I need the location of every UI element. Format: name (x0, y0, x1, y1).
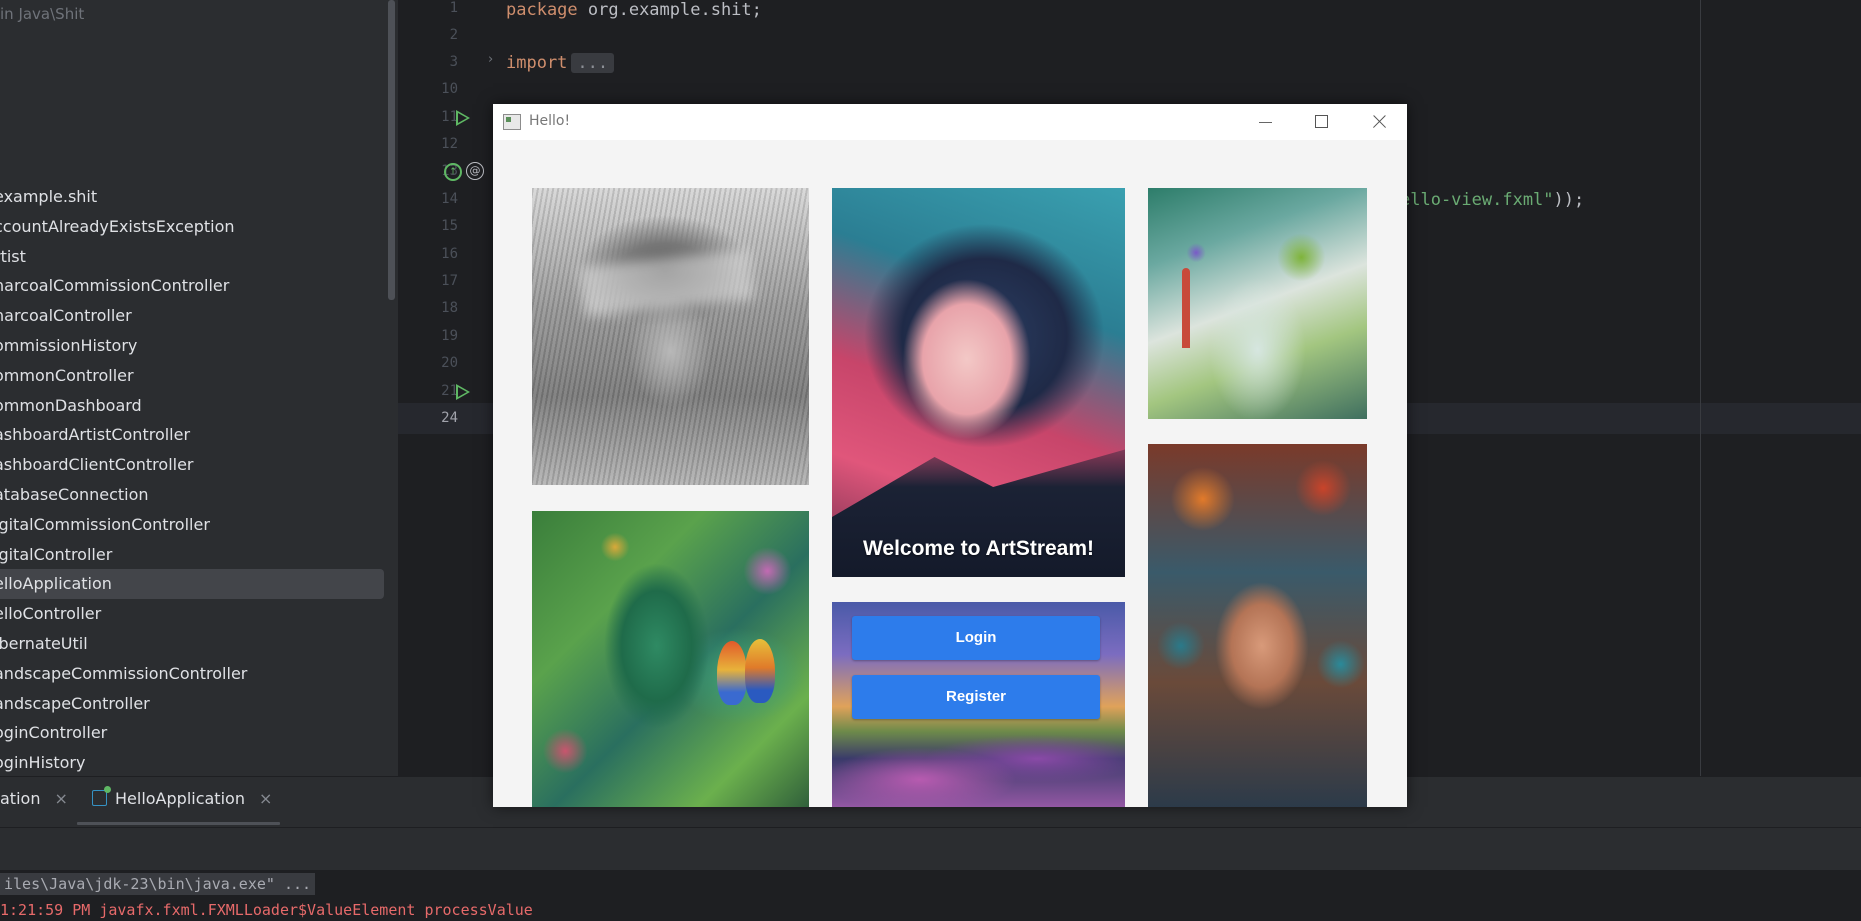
console-error-line: 1:21:59 PM javafx.fxml.FXMLLoader$ValueE… (0, 901, 533, 919)
tree-item-selected[interactable]: elloApplication (0, 569, 384, 600)
keyword-package: package (506, 0, 578, 20)
line-number: 12 (441, 136, 458, 152)
tree-item-file[interactable]: ommonDashboard (0, 391, 398, 421)
window-app-icon (503, 114, 521, 130)
project-file-list: example.shit ccountAlreadyExistsExceptio… (0, 182, 398, 776)
tree-item-file[interactable]: andscapeController (0, 689, 398, 719)
annotation-marker-icon[interactable]: @ (466, 162, 484, 180)
line-number: 15 (441, 218, 458, 234)
folded-imports[interactable]: ... (571, 53, 615, 73)
run-tab-previous[interactable]: ation × (0, 789, 68, 808)
run-gutter-icon[interactable] (456, 110, 470, 126)
tree-item-file[interactable]: harcoalCommissionController (0, 271, 398, 301)
line-number: 17 (441, 273, 458, 289)
line-number: 16 (441, 246, 458, 262)
sidebar-scrollbar[interactable] (388, 0, 395, 300)
tree-item-file[interactable]: oginHistory (0, 748, 398, 776)
tree-item-file[interactable]: ibernateUtil (0, 629, 398, 659)
close-tab-icon[interactable]: × (259, 789, 272, 808)
right-margin-guide (1700, 0, 1701, 776)
jungle-parrots-image (532, 511, 809, 807)
line-number: 21 (441, 383, 458, 399)
run-gutter-icon[interactable] (456, 384, 470, 400)
application-icon (92, 786, 111, 806)
code-line-1: package org.example.shit; (506, 0, 762, 20)
tree-item-file[interactable]: ommissionHistory (0, 331, 398, 361)
tree-item-file[interactable]: oginController (0, 718, 398, 748)
line-number: 19 (441, 328, 458, 344)
charcoal-portrait-image (532, 188, 809, 485)
run-console[interactable]: iles\Java\jdk-23\bin\java.exe" ... 1:21:… (0, 870, 1861, 921)
close-tab-icon[interactable]: × (54, 789, 67, 808)
tree-item-file[interactable]: ccountAlreadyExistsException (0, 212, 398, 242)
parrot-shape (717, 641, 747, 705)
code-punctuation: )); (1553, 190, 1585, 210)
tree-item-file[interactable]: andscapeCommissionController (0, 659, 398, 689)
landscape-painting-image: Login Register (832, 602, 1125, 807)
login-button[interactable]: Login (852, 616, 1100, 660)
scifi-city-image (1148, 188, 1367, 419)
string-literal: ello-view.fxml" (1400, 190, 1554, 210)
parrot-shape (745, 639, 775, 703)
line-number: 10 (441, 81, 458, 97)
console-command-line[interactable]: iles\Java\jdk-23\bin\java.exe" ... (0, 873, 316, 895)
code-line-3: import... (506, 53, 615, 73)
tree-item-file[interactable]: rtist (0, 242, 398, 272)
painted-face-portrait-image (1148, 444, 1367, 807)
tree-item-file[interactable]: harcoalController (0, 301, 398, 331)
tree-item-file[interactable]: ashboardClientController (0, 450, 398, 480)
run-tab-label: ation (0, 789, 41, 808)
minimize-icon[interactable] (1237, 104, 1293, 140)
close-icon[interactable] (1351, 104, 1407, 140)
line-number: 3 (449, 54, 458, 70)
run-toolbar (0, 827, 1861, 870)
keyword-import: import (506, 53, 568, 73)
maximize-icon[interactable] (1293, 104, 1349, 140)
tree-item-file[interactable]: atabaseConnection (0, 480, 398, 510)
line-number: 20 (441, 355, 458, 371)
line-number-current: 24 (441, 410, 458, 426)
tree-item-file[interactable]: elloController (0, 599, 398, 629)
line-number: 18 (441, 300, 458, 316)
fold-expand-icon[interactable]: › (488, 52, 493, 67)
run-tab-label: HelloApplication (115, 789, 245, 808)
code-line-14: ello-view.fxml")); (1400, 190, 1584, 210)
window-title: Hello! (529, 113, 571, 129)
line-number: 14 (441, 191, 458, 207)
project-tool-window: in Java\Shit example.shit ccountAlreadyE… (0, 0, 398, 776)
tree-item-file[interactable]: ashboardArtistController (0, 420, 398, 450)
active-tab-indicator (77, 822, 280, 825)
tree-item-file[interactable]: igitalCommissionController (0, 510, 398, 540)
line-number: 1 (449, 0, 458, 16)
line-number: 2 (449, 27, 458, 43)
tree-item-file[interactable]: igitalController (0, 540, 398, 570)
register-button[interactable]: Register (852, 675, 1100, 719)
window-title-bar[interactable]: Hello! (493, 104, 1407, 140)
run-tab-hello-application[interactable]: HelloApplication × (92, 786, 272, 808)
tree-item-package[interactable]: example.shit (0, 182, 398, 212)
line-number: 11 (441, 109, 458, 125)
line-number-gutter: 1 2 3 10 11 12 13 14 15 16 17 18 19 20 2… (398, 0, 488, 430)
project-path: in Java\Shit (0, 5, 85, 23)
welcome-heading: Welcome to ArtStream! (862, 537, 1095, 560)
override-marker-icon[interactable]: ↑ (444, 163, 462, 181)
tree-item-file[interactable]: ommonController (0, 361, 398, 391)
javafx-window[interactable]: Hello! Welcome to ArtStream! Login Regis… (493, 104, 1407, 807)
anime-girl-portrait-image: Welcome to ArtStream! (832, 188, 1125, 577)
package-name: org.example.shit; (577, 0, 762, 20)
